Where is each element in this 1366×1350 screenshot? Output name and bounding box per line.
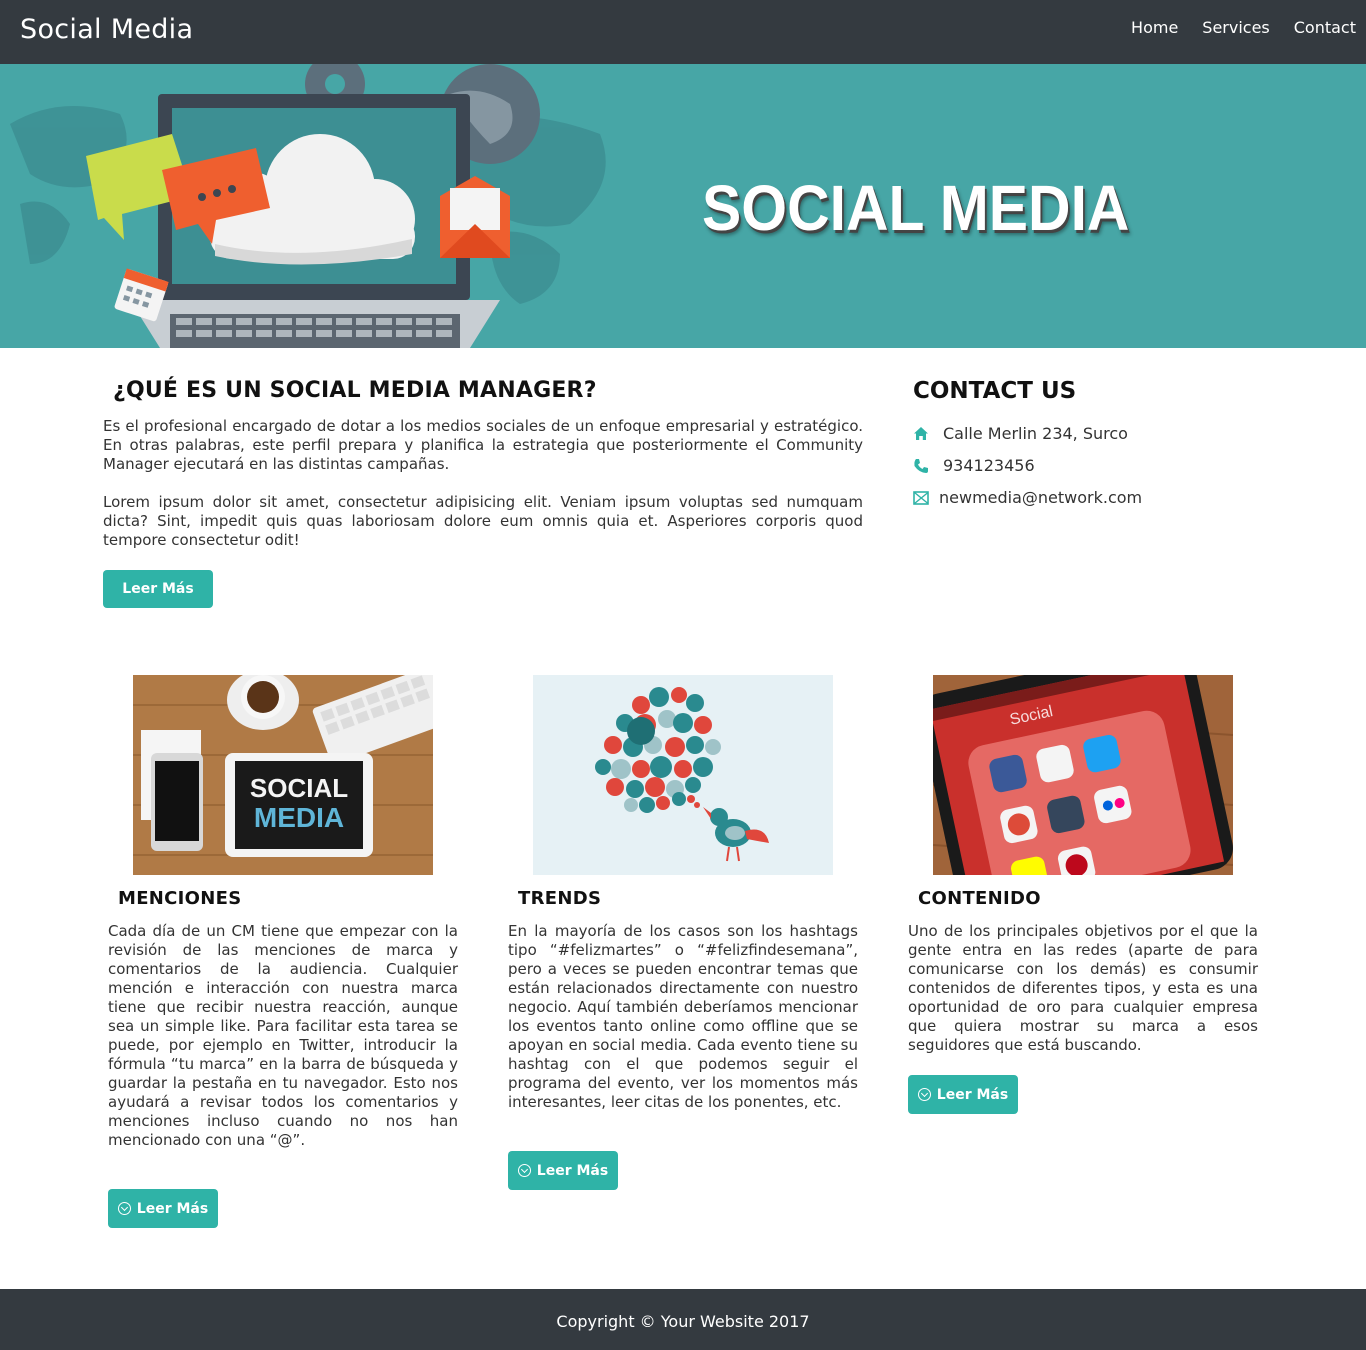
brand-logo[interactable]: Social Media (20, 14, 193, 45)
contact-email-text[interactable]: newmedia@network.com (939, 488, 1142, 507)
chevron-circle-down-icon (117, 1202, 131, 1215)
trends-image (533, 675, 833, 875)
chevron-circle-down-icon (917, 1088, 931, 1101)
contact-email: newmedia@network.com (913, 488, 1142, 507)
about-paragraph-2: Lorem ipsum dolor sit amet, consectetur … (103, 493, 863, 549)
contenido-read-more-label: Leer Más (936, 1086, 1009, 1103)
contenido-title: CONTENIDO (918, 888, 1041, 909)
envelope-icon (913, 490, 929, 506)
contenido-read-more-button[interactable]: Leer Más (908, 1075, 1018, 1114)
contact-phone: 934123456 (913, 456, 1035, 475)
contact-address: Calle Merlin 234, Surco (913, 424, 1128, 443)
contact-address-text: Calle Merlin 234, Surco (943, 424, 1128, 443)
hero-title: SOCIAL MEDIA (702, 172, 1130, 244)
menciones-image-text-1: SOCIAL (250, 773, 348, 803)
menciones-title: MENCIONES (118, 888, 242, 909)
navbar: Social Media Home Services Contact (0, 0, 1366, 64)
about-read-more-button[interactable]: Leer Más (103, 570, 213, 608)
contenido-text: Uno de los principales objetivos por el … (908, 922, 1258, 1054)
menciones-text: Cada día de un CM tiene que empezar con … (108, 922, 458, 1149)
about-title: ¿QUÉ ES UN SOCIAL MEDIA MANAGER? (113, 378, 597, 403)
nav-links: Home Services Contact (1107, 18, 1356, 37)
contact-phone-text: 934123456 (943, 456, 1035, 475)
nav-link-services[interactable]: Services (1202, 18, 1269, 37)
menciones-read-more-label: Leer Más (136, 1200, 209, 1217)
footer: Copyright © Your Website 2017 (0, 1289, 1366, 1350)
phone-icon (913, 458, 929, 474)
contact-title: CONTACT US (913, 378, 1077, 404)
hero-banner: SOCIAL MEDIA (0, 64, 1366, 348)
hero-illustration (10, 64, 606, 348)
chevron-circle-down-icon (517, 1164, 531, 1177)
trends-title: TRENDS (518, 888, 602, 909)
nav-link-contact[interactable]: Contact (1294, 18, 1356, 37)
trends-read-more-label: Leer Más (536, 1162, 609, 1179)
home-icon (913, 426, 929, 442)
menciones-read-more-button[interactable]: Leer Más (108, 1189, 218, 1228)
trends-read-more-button[interactable]: Leer Más (508, 1151, 618, 1190)
about-read-more-label: Leer Más (122, 581, 194, 597)
menciones-image: SOCIAL MEDIA (133, 675, 433, 875)
menciones-image-text-2: MEDIA (254, 802, 344, 833)
trends-text: En la mayoría de los casos son los hasht… (508, 922, 858, 1111)
contenido-image: Social (933, 675, 1233, 875)
about-paragraph-1: Es el profesional encargado de dotar a l… (103, 417, 863, 473)
footer-copyright: Copyright © Your Website 2017 (556, 1312, 810, 1331)
nav-link-home[interactable]: Home (1131, 18, 1178, 37)
